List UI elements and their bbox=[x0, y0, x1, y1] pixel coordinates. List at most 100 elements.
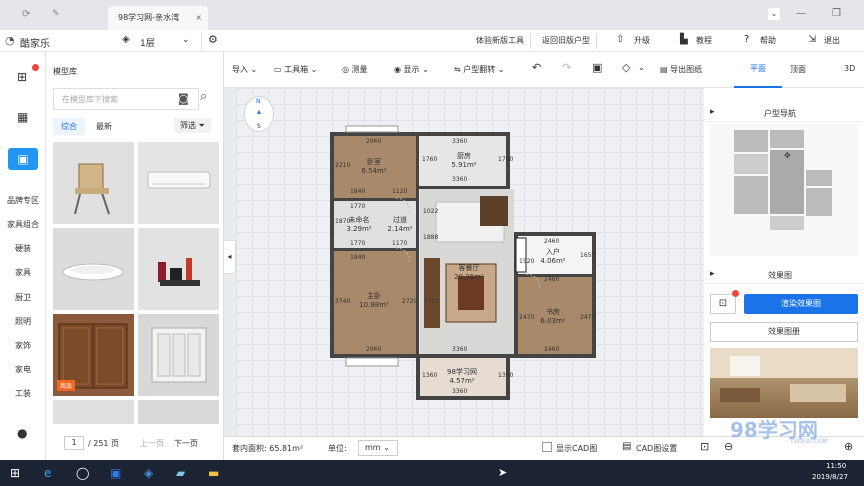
upgrade-button[interactable]: 升级 bbox=[628, 33, 656, 49]
grid-icon[interactable]: ▦ bbox=[17, 110, 28, 124]
effect-preview-image[interactable] bbox=[710, 348, 858, 418]
collapse-panel-icon[interactable]: ◂ bbox=[224, 240, 236, 274]
air-conditioner-icon bbox=[147, 171, 211, 189]
cad-show-label: 显示CAD图 bbox=[556, 444, 598, 453]
fit-view-icon[interactable]: ⊡ bbox=[700, 440, 709, 453]
wps-icon[interactable]: ▣ bbox=[110, 466, 121, 480]
room-entrance[interactable]: 入户 4.06m² bbox=[528, 248, 578, 266]
unit-select[interactable]: mm ⌄ bbox=[358, 440, 398, 456]
view-tab-ceiling[interactable]: 顶面 bbox=[790, 64, 806, 75]
tool-measure[interactable]: ◎ 测量 bbox=[342, 64, 368, 75]
gear-icon[interactable]: ⚙ bbox=[208, 33, 218, 46]
nav-decor[interactable]: 家饰 bbox=[0, 340, 46, 351]
nav-hardware[interactable]: 硬装 bbox=[0, 243, 46, 254]
tab-all[interactable]: 综合 bbox=[53, 118, 85, 135]
model-thumb-ceiling-light[interactable] bbox=[53, 228, 134, 310]
tool-import[interactable]: 导入 ⌄ bbox=[232, 64, 257, 75]
collapse-icon[interactable]: ▸ bbox=[710, 269, 715, 279]
search-input[interactable]: 在模型库下搜索 ◙ bbox=[53, 88, 199, 110]
room-area: 2.14m² bbox=[387, 225, 413, 233]
cad-settings-button[interactable]: CAD图设置 bbox=[636, 443, 677, 454]
redo-icon[interactable]: ↷ bbox=[562, 61, 571, 74]
room-master-bedroom[interactable]: 主卧 10.98m² bbox=[344, 292, 404, 310]
dim-label: 1170 bbox=[392, 240, 408, 247]
room-kitchen[interactable]: 厨房 5.91m² bbox=[434, 152, 494, 170]
help-button[interactable]: 帮助 bbox=[754, 33, 782, 49]
notification-dot bbox=[32, 64, 39, 71]
zoom-in-icon[interactable]: ⊕ bbox=[844, 440, 853, 453]
search-icon[interactable]: ⌕ bbox=[200, 89, 207, 104]
page-input[interactable]: 1 bbox=[64, 436, 84, 450]
tool-toolbox[interactable]: ▭ 工具箱 ⌄ bbox=[274, 64, 317, 75]
collapse-icon[interactable]: ▸ bbox=[710, 107, 715, 117]
chevron-down-icon[interactable]: ⌄ bbox=[768, 8, 780, 20]
nav-lighting[interactable]: 照明 bbox=[0, 316, 46, 327]
nav-furniture-set[interactable]: 家具组合 bbox=[0, 219, 46, 230]
floor-nav-minimap[interactable]: ✥ bbox=[710, 124, 858, 256]
user-icon[interactable]: ● bbox=[17, 426, 27, 440]
minimize-icon[interactable]: — bbox=[796, 8, 806, 19]
room-corridor[interactable]: 过道 2.14m² bbox=[382, 216, 418, 234]
layout-icon[interactable]: ⊞ bbox=[17, 70, 27, 84]
close-tab-icon[interactable]: × bbox=[195, 6, 202, 30]
pin-icon[interactable]: ✎ bbox=[52, 9, 60, 19]
nav-brand[interactable]: 品牌专区 bbox=[0, 195, 46, 206]
view-tab-plan[interactable]: 平面 bbox=[734, 52, 782, 88]
model-thumb-partial-2[interactable] bbox=[138, 400, 219, 424]
save-icon[interactable]: ▣ bbox=[592, 61, 602, 74]
nav-kitchen-bath[interactable]: 厨卫 bbox=[0, 292, 46, 303]
camera-capture-icon[interactable]: ⊡ bbox=[710, 294, 736, 314]
restore-icon[interactable]: ❐ bbox=[832, 8, 841, 19]
eraser-icon[interactable]: ◇ bbox=[622, 61, 630, 74]
model-thumb-partial-1[interactable] bbox=[53, 400, 134, 424]
nav-furniture[interactable]: 家具 bbox=[0, 267, 46, 278]
floorplan-canvas[interactable]: N ▴ S 卧室 6.54m² 厨房 5.91m² 未命名 3.29m² 过道 … bbox=[236, 88, 704, 436]
room-name: 客餐厅 bbox=[458, 264, 480, 272]
prev-page-button[interactable]: 上一页 bbox=[140, 438, 164, 449]
model-thumb-chair[interactable] bbox=[53, 142, 134, 224]
folder-icon[interactable]: ▬ bbox=[208, 466, 219, 480]
effect-title: 效果图 bbox=[768, 271, 792, 280]
tool-display[interactable]: ◉ 显示 ⌄ bbox=[394, 64, 429, 75]
room-bedroom[interactable]: 卧室 6.54m² bbox=[344, 158, 404, 176]
nav-appliance[interactable]: 家电 bbox=[0, 364, 46, 375]
tab-latest[interactable]: 最新 bbox=[92, 118, 116, 135]
effect-album-button[interactable]: 效果图册 bbox=[710, 322, 858, 342]
search-placeholder: 在模型库下搜索 bbox=[62, 95, 118, 104]
logout-button[interactable]: 退出 bbox=[818, 33, 846, 49]
render-effect-button[interactable]: 渲染效果图 bbox=[744, 294, 858, 314]
next-page-button[interactable]: 下一页 bbox=[174, 438, 198, 449]
undo-icon[interactable]: ↶ bbox=[532, 61, 541, 74]
try-new-tool-button[interactable]: 体验新版工具 bbox=[470, 33, 531, 49]
view-tab-3d[interactable]: 3D bbox=[844, 64, 855, 73]
edge-icon[interactable]: e bbox=[44, 466, 51, 480]
library-title: 模型库 bbox=[53, 67, 77, 76]
tutorial-button[interactable]: 教程 bbox=[690, 33, 718, 49]
app-icon[interactable]: ◈ bbox=[144, 466, 153, 480]
room-living-dining[interactable]: 客餐厅 20.36m² bbox=[442, 264, 496, 282]
camera-icon[interactable]: ◙ bbox=[178, 92, 189, 105]
model-thumb-air-conditioner[interactable] bbox=[138, 142, 219, 224]
filter-button[interactable]: 筛选 ⏷ bbox=[174, 118, 211, 133]
floor-select[interactable]: ◈ 1层 ⌄ bbox=[112, 32, 202, 50]
cad-checkbox[interactable] bbox=[542, 442, 552, 452]
model-thumb-cosmetics[interactable] bbox=[138, 228, 219, 310]
search-app-icon[interactable]: ◯ bbox=[76, 466, 89, 480]
dim-label: 2210 bbox=[335, 162, 351, 169]
windows-start-icon[interactable]: ⊞ bbox=[10, 466, 20, 480]
refresh-icon[interactable]: ⟳ bbox=[22, 9, 30, 20]
back-old-version-button[interactable]: 返回旧版户型 bbox=[536, 33, 597, 49]
tool-export[interactable]: ▤ 导出图纸 bbox=[660, 64, 702, 75]
notes-icon[interactable]: ▰ bbox=[176, 466, 185, 480]
chevron-down-icon[interactable]: ⌄ bbox=[638, 63, 645, 72]
unit-value: mm bbox=[365, 443, 381, 452]
tool-flip[interactable]: ⇋ 户型翻转 ⌄ bbox=[454, 64, 505, 75]
model-thumb-cabinet[interactable]: 商品 bbox=[53, 314, 134, 396]
model-library-icon[interactable]: ▣ bbox=[8, 148, 38, 170]
room-study[interactable]: 书房 6.03m² bbox=[528, 308, 578, 326]
model-thumb-switch[interactable] bbox=[138, 314, 219, 396]
nav-tooling[interactable]: 工装 bbox=[0, 388, 46, 399]
browser-tab[interactable]: 98学习网-亲水湾 × bbox=[108, 6, 208, 30]
logout-icon: ⇲ bbox=[808, 34, 817, 45]
room-balcony[interactable]: 98学习网 4.57m² bbox=[432, 368, 492, 386]
